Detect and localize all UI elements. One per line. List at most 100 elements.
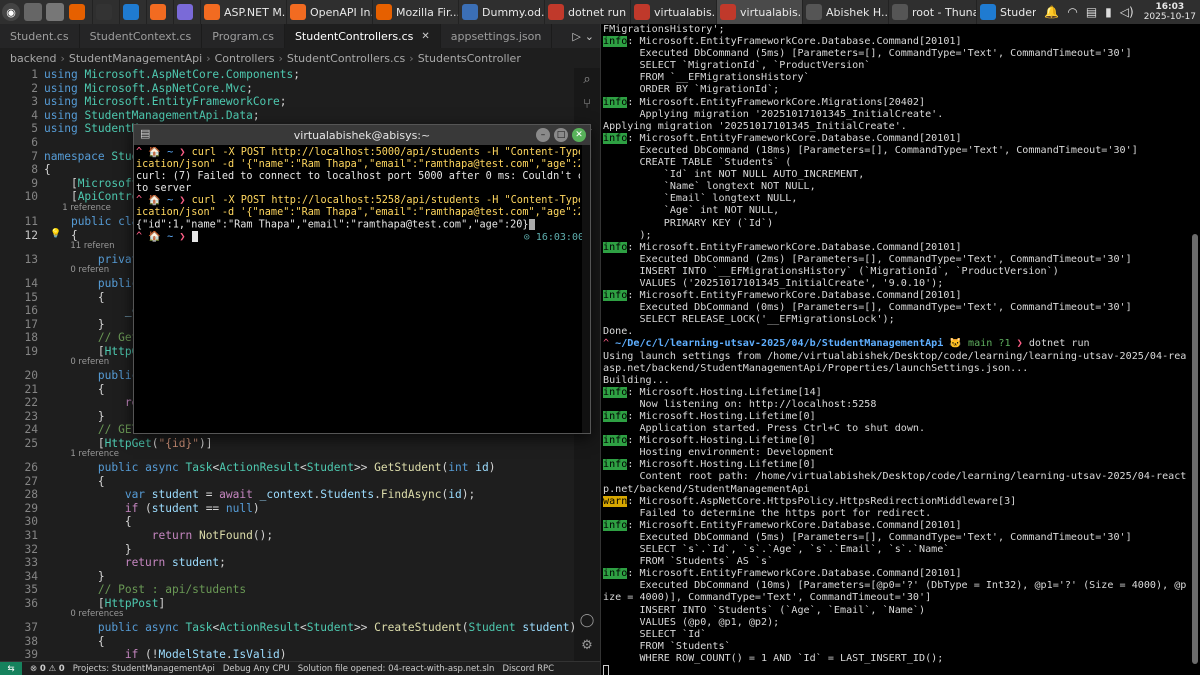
code-line[interactable]: 11 public cla (0, 215, 139, 229)
taskbar-item[interactable]: virtualabis... (631, 0, 717, 24)
breadcrumb-item[interactable]: StudentControllers.cs (287, 52, 405, 65)
maximize-button[interactable]: □ (554, 128, 568, 142)
dotnet-run-terminal[interactable]: FMigrationsHistory'; info: Microsoft.Enti… (600, 24, 1200, 675)
code-line[interactable]: 6 (0, 136, 44, 150)
taskbar-item[interactable]: root - Thunar (889, 0, 977, 24)
taskbar-item[interactable] (66, 0, 93, 24)
code-line[interactable]: 22 re (0, 396, 139, 410)
taskbar-item[interactable]: Mozilla Fir... (373, 0, 459, 24)
terminal-menu-icon[interactable]: ▤ (140, 127, 150, 140)
code-line[interactable]: 31 return NotFound(); (0, 529, 274, 543)
breadcrumb-item[interactable]: StudentManagementApi (69, 52, 202, 65)
code-line[interactable]: 34 } (0, 570, 105, 584)
code-line[interactable]: 2 using Microsoft.AspNetCore.Mvc; (0, 82, 253, 96)
code-line[interactable]: 5 using StudentM (0, 122, 138, 136)
code-line[interactable]: 33 return student; (0, 556, 226, 570)
notifications-icon[interactable]: 🔔 (1044, 5, 1059, 19)
taskbar-item[interactable]: dotnet run (545, 0, 631, 24)
code-line[interactable]: 18 // Get (0, 331, 139, 345)
run-icon[interactable]: ▷ (572, 30, 580, 43)
code-line[interactable]: 15 { (0, 291, 105, 305)
battery-icon[interactable]: ▮ (1105, 5, 1112, 19)
code-line[interactable]: 38 { (0, 635, 105, 649)
terminal-scrollbar[interactable] (582, 145, 590, 433)
code-line[interactable]: 20 public (0, 369, 139, 383)
taskbar-item[interactable] (120, 0, 147, 24)
code-line[interactable]: 32 } (0, 543, 132, 557)
code-line[interactable]: 7 namespace Stud (0, 150, 138, 164)
problems-indicator[interactable]: ⊗ 0 ⚠ 0 (30, 664, 65, 674)
code-line[interactable]: 16 _c (0, 304, 139, 318)
discord-status[interactable]: Discord RPC (502, 664, 554, 674)
close-button[interactable]: ✕ (572, 128, 586, 142)
code-line[interactable]: 30 { (0, 515, 132, 529)
breadcrumb-item[interactable]: Controllers (215, 52, 275, 65)
code-line[interactable]: 10 [ApiContro (0, 190, 139, 204)
config-status[interactable]: Debug Any CPU (223, 664, 290, 674)
taskbar-item[interactable]: Dummy.od... (459, 0, 545, 24)
taskbar-item[interactable]: Abishek H... (803, 0, 889, 24)
code-line[interactable]: 4 using StudentManagementApi.Data; (0, 109, 259, 123)
codelens-references[interactable]: 0 references (46, 609, 123, 621)
code-line[interactable]: 26 public async Task<ActionResult<Studen… (0, 461, 496, 475)
code-line[interactable]: 21 { (0, 383, 105, 397)
code-line[interactable]: 35 // Post : api/students (0, 583, 247, 597)
code-line[interactable]: 28 var student = await _context.Students… (0, 488, 476, 502)
code-line[interactable]: 17 } (0, 318, 105, 332)
taskbar-item[interactable] (93, 0, 120, 24)
code-line[interactable]: 23 } (0, 410, 105, 424)
codelens-references[interactable]: 0 referen (46, 265, 109, 277)
gear-icon[interactable]: ⚙ (581, 638, 593, 653)
codelens-references[interactable]: 11 referen (46, 241, 114, 253)
breadcrumb-item[interactable]: backend (10, 52, 56, 65)
taskbar-item[interactable] (147, 0, 174, 24)
folder-icon[interactable] (46, 3, 64, 21)
code-line[interactable]: 39 if (!ModelState.IsValid) (0, 648, 287, 661)
codelens-references[interactable]: 1 reference (46, 449, 119, 461)
solution-status[interactable]: Solution file opened: 04-react-with-asp.… (298, 664, 495, 674)
code-line[interactable]: 3 using Microsoft.EntityFrameworkCore; (0, 95, 286, 109)
taskbar-item[interactable]: ASP.NET M... (201, 0, 287, 24)
tab-student-cs[interactable]: Student.cs (0, 24, 80, 48)
chevron-down-icon[interactable]: ⌄ (585, 30, 594, 43)
code-line[interactable]: 8{ (0, 163, 51, 177)
floating-terminal-window[interactable]: ▤ virtualabishek@abisys:~ – □ ✕ ^ 🏠 ~ ❯ … (133, 124, 591, 434)
scrollbar-thumb[interactable] (1192, 234, 1198, 664)
account-icon[interactable]: ◯ (580, 613, 595, 628)
code-line[interactable]: 1 using Microsoft.AspNetCore.Components; (0, 68, 300, 82)
code-line[interactable]: 14 public (0, 277, 139, 291)
terminal-scrollbar[interactable] (1190, 24, 1198, 675)
terminal-line: info: Microsoft.Hosting.Lifetime[0] (603, 459, 1186, 471)
tab-studentcontrollers-cs[interactable]: StudentControllers.cs ✕ (284, 24, 441, 48)
codelens-references[interactable]: 0 referen (46, 357, 109, 369)
terminal-line: info: Microsoft.Hosting.Lifetime[14] (603, 386, 1186, 399)
menu-icon[interactable]: ◉ (2, 3, 20, 21)
breadcrumb-item[interactable]: StudentsController (418, 52, 521, 65)
search-icon[interactable]: ⌕ (583, 72, 590, 87)
project-status[interactable]: Projects: StudentManagementApi (73, 664, 215, 674)
clipboard-icon[interactable]: ▤ (1086, 5, 1097, 19)
minimize-button[interactable]: – (536, 128, 550, 142)
tab-studentcontext-cs[interactable]: StudentContext.cs (80, 24, 203, 48)
show-desktop-icon[interactable] (24, 3, 42, 21)
wifi-icon[interactable]: ◠ (1067, 5, 1077, 19)
lightbulb-icon[interactable]: 💡 (50, 229, 61, 239)
tab-program-cs[interactable]: Program.cs (202, 24, 285, 48)
tab-appsettings-json[interactable]: appsettings.json (441, 24, 553, 48)
code-line[interactable]: 24 // GET (0, 423, 139, 437)
code-line[interactable]: 9 [Microsoft (0, 177, 138, 191)
taskbar-item[interactable]: virtualabis... (717, 0, 803, 24)
codelens-references[interactable]: 1 reference (46, 203, 111, 215)
source-control-icon[interactable]: ⑂ (583, 97, 591, 112)
taskbar-item[interactable]: OpenAPI In... (287, 0, 373, 24)
terminal-titlebar[interactable]: ▤ virtualabishek@abisys:~ – □ ✕ (134, 125, 590, 145)
code-line[interactable]: 29 if (student == null) (0, 502, 260, 516)
code-line[interactable]: 37 public async Task<ActionResult<Studen… (0, 621, 577, 635)
clock[interactable]: 16:03 2025-10-17 (1144, 2, 1196, 22)
volume-icon[interactable]: ◁) (1120, 5, 1134, 19)
terminal-output[interactable]: ^ 🏠 ~ ❯ curl -X POST http://localhost:50… (134, 145, 582, 433)
close-icon[interactable]: ✕ (421, 31, 429, 42)
taskbar-item[interactable] (174, 0, 201, 24)
code-line[interactable]: 27 { (0, 475, 105, 489)
remote-icon[interactable]: ⇆ (0, 661, 22, 675)
